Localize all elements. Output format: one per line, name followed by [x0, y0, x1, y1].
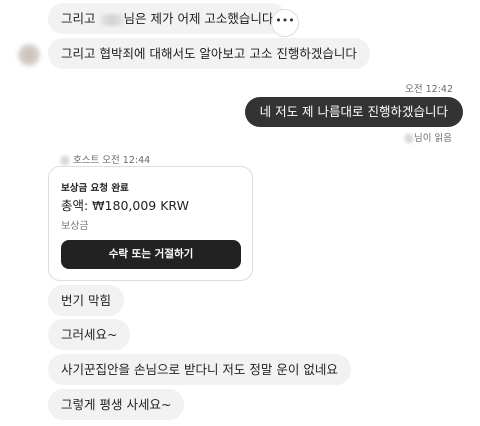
redacted-host-name [60, 156, 70, 165]
message-text: 그리고 [61, 11, 96, 26]
host-header: 호스트 오전 12:44 [60, 152, 150, 166]
more-icon: ••• [275, 14, 295, 27]
message-text: 네 저도 제 나름대로 진행하겠습니다 [259, 104, 448, 119]
host-label: 호스트 [73, 155, 100, 166]
message-bubble-1: 그리고 님은 제가 어제 고소했습니다 [48, 3, 287, 34]
message-bubble-5: 그러세요~ [48, 319, 131, 350]
message-text: 번기 막힘 [61, 293, 111, 308]
card-title: 보상금 요청 완료 [61, 183, 129, 194]
card-amount: 총액: ₩180,009 KRW [61, 198, 189, 213]
accept-or-decline-button[interactable]: 수락 또는 거절하기 [61, 240, 241, 269]
avatar [18, 44, 40, 66]
card-subtitle: 보상금 [61, 221, 89, 232]
redacted-name [404, 134, 415, 143]
message-text: 그렇게 평생 사세요~ [61, 397, 172, 412]
compensation-request-card: 보상금 요청 완료 총액: ₩180,009 KRW 보상금 수락 또는 거절하… [48, 166, 253, 281]
message-text: 그러세요~ [61, 327, 118, 342]
outgoing-message-bubble: 네 저도 제 나름대로 진행하겠습니다 [244, 97, 463, 127]
message-text: 그리고 협박죄에 대해서도 알아보고 고소 진행하겠습니다 [61, 46, 357, 61]
host-timestamp: 오전 12:44 [102, 155, 151, 166]
message-text: 님은 제가 어제 고소했습니다 [123, 11, 274, 26]
message-bubble-2: 그리고 협박죄에 대해서도 알아보고 고소 진행하겠습니다 [48, 38, 370, 69]
message-bubble-6: 사기꾼집안을 손님으로 받다니 저도 정말 운이 없네요 [48, 354, 351, 385]
read-receipt-text: 님이 읽음 [414, 133, 452, 144]
message-text: 사기꾼집안을 손님으로 받다니 저도 정말 운이 없네요 [61, 362, 338, 377]
message-bubble-7: 그렇게 평생 사세요~ [48, 389, 185, 420]
sent-timestamp: 오전 12:42 [405, 84, 453, 95]
message-bubble-4: 번기 막힘 [48, 285, 124, 316]
more-options-button[interactable]: ••• [271, 9, 299, 37]
redacted-name [99, 13, 124, 26]
read-receipt: 님이 읽음 [404, 130, 452, 144]
